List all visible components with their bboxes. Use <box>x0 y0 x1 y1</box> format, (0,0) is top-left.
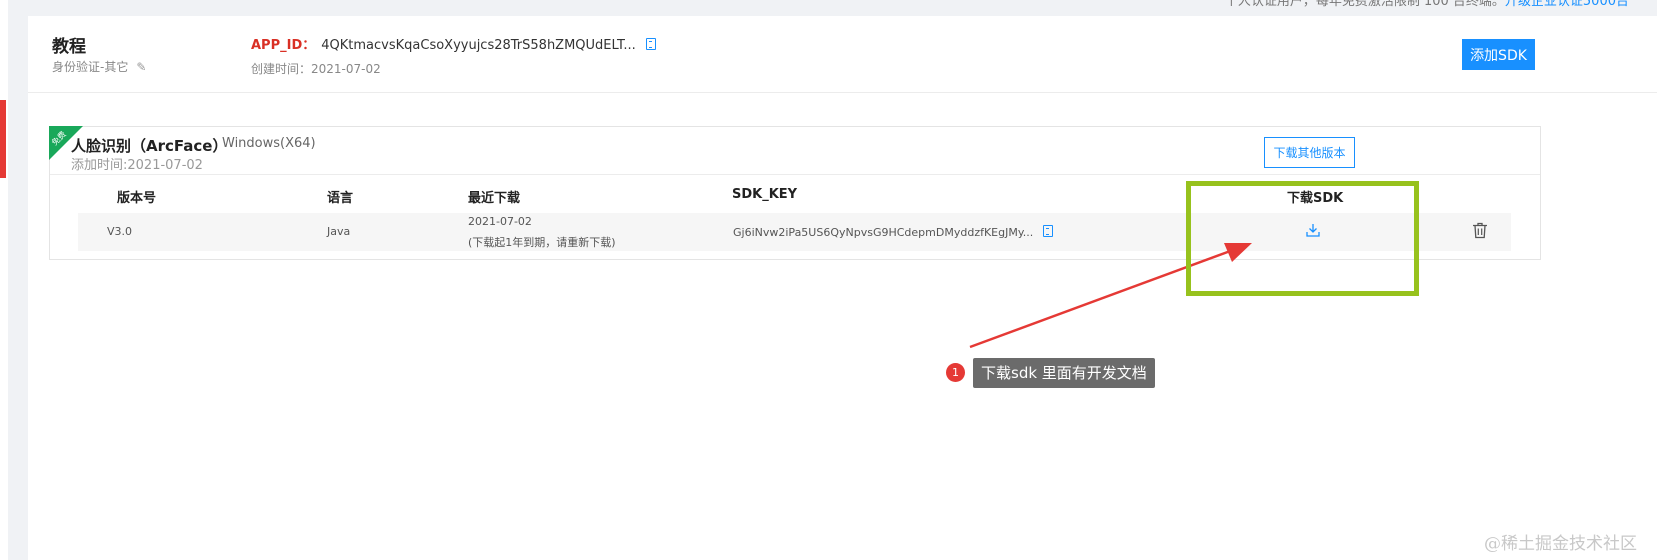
column-header-version: 版本号 <box>117 191 157 206</box>
annotation-tooltip: 下载sdk 里面有开发文档 <box>973 358 1155 388</box>
row-sdk-key: Gj6iNvw2iPa5US6QyNpvsG9HCdepmDMyddzfKEgJ… <box>733 225 1054 239</box>
sdk-added-date: 添加时间:2021-07-02 <box>71 158 203 173</box>
app-category-text: 身份验证-其它 <box>52 60 129 74</box>
left-rail <box>0 0 8 560</box>
column-header-language: 语言 <box>327 191 354 206</box>
row-sdk-key-value: Gj6iNvw2iPa5US6QyNpvsG9HCdepmDMyddzfKEgJ… <box>733 226 1034 239</box>
annotation-number-badge: 1 <box>946 363 965 382</box>
row-version: V3.0 <box>107 225 133 238</box>
add-sdk-button[interactable]: 添加SDK <box>1462 39 1535 70</box>
highlight-box <box>1186 181 1419 296</box>
app-name: 教程 <box>52 37 86 57</box>
copy-icon[interactable] <box>645 38 656 50</box>
app-id-label: APP_ID： <box>251 38 316 53</box>
sdk-platform: Windows(X64) <box>222 136 316 151</box>
edit-icon[interactable]: ✎ <box>136 60 146 74</box>
free-ribbon-label: 免费 <box>50 129 68 148</box>
watermark: @稀土掘金技术社区 <box>1484 534 1637 554</box>
card-divider <box>50 174 1540 175</box>
app-category: 身份验证-其它 ✎ <box>52 58 146 75</box>
quota-notice: 个人认证用户，每年免费激活限制 100 台终端。升级企业认证5000台 <box>1225 0 1629 9</box>
trash-icon[interactable] <box>1472 222 1488 239</box>
app-id-value: 4QKtmacvsKqaCsoXyyujcs28TrS58hZMQUdELT..… <box>321 38 636 53</box>
row-last-download-date: 2021-07-02 <box>468 215 532 228</box>
column-header-last-download: 最近下载 <box>468 191 521 206</box>
left-rail-active-indicator <box>0 100 6 178</box>
column-header-sdk-key: SDK_KEY <box>732 187 798 202</box>
download-other-versions-button[interactable]: 下载其他版本 <box>1264 137 1355 168</box>
quota-notice-text: 个人认证用户，每年免费激活限制 100 台终端。 <box>1224 0 1505 9</box>
row-download-note: (下载起1年到期，请重新下载) <box>468 236 616 249</box>
created-date: 创建时间：2021-07-02 <box>251 62 381 76</box>
copy-icon[interactable] <box>1043 225 1054 237</box>
app-id-row: APP_ID： 4QKtmacvsKqaCsoXyyujcs28TrS58hZMQ… <box>251 34 656 53</box>
app-header: 教程 身份验证-其它 ✎ APP_ID： 4QKtmacvsKqaCsoXyyujc… <box>28 16 1657 93</box>
sdk-title: 人脸识别（ArcFace） <box>71 137 228 155</box>
upgrade-link[interactable]: 升级企业认证5000台 <box>1505 0 1629 9</box>
row-language: Java <box>327 225 351 238</box>
